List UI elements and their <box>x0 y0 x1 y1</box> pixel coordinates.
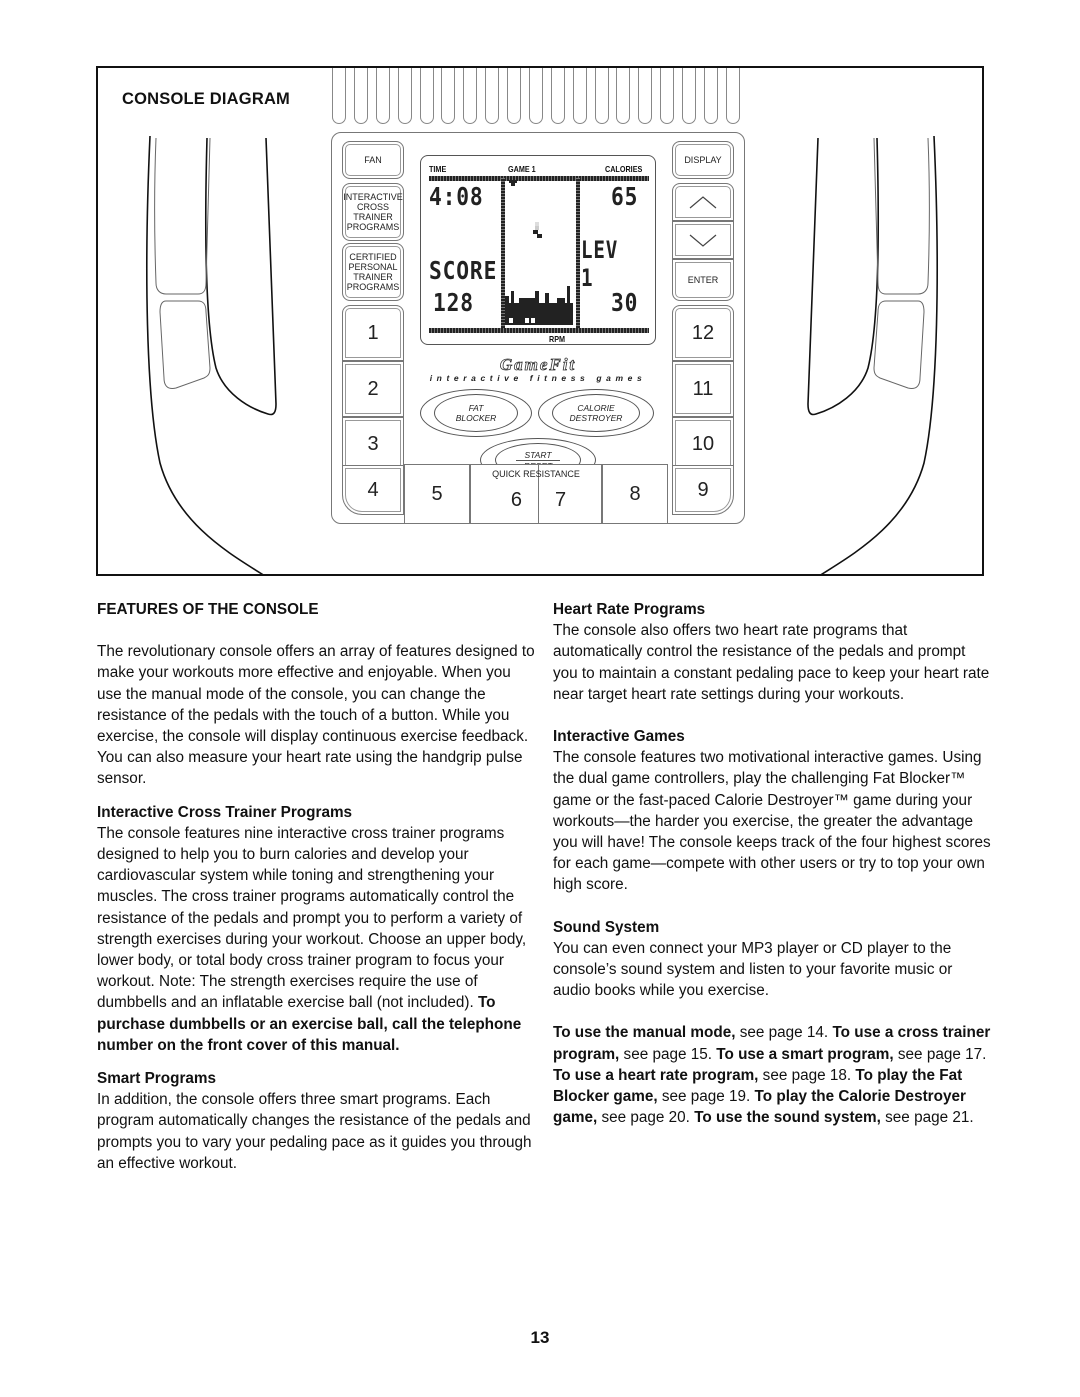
fan-button-label: FAN <box>364 155 382 165</box>
certified-personal-trainer-programs-button[interactable]: CERTIFIED PERSONAL TRAINER PROGRAMS <box>342 243 404 301</box>
button-number: 11 <box>692 378 714 400</box>
button-number: 12 <box>691 322 715 344</box>
fan-button[interactable]: FAN <box>342 141 404 179</box>
button-number: 7 <box>555 488 567 511</box>
reference-page: see page 18. <box>758 1066 856 1084</box>
button-label-line: PERSONAL <box>348 262 398 272</box>
resistance-button-2[interactable]: 2 <box>342 361 404 417</box>
section-title-cross-trainer: Interactive Cross Trainer Programs <box>97 803 353 821</box>
console-diagram: CONSOLE DIAGRAM FAN INTERACTIVE CROSS TR… <box>96 66 984 576</box>
reference-page: see page 19. <box>657 1088 755 1106</box>
score-label: SCORE <box>429 256 498 285</box>
button-number: 1 <box>367 322 379 344</box>
section-body-interactive-games: The console features two motivational in… <box>553 749 991 894</box>
interactive-cross-trainer-programs-button[interactable]: INTERACTIVE CROSS TRAINER PROGRAMS <box>342 183 404 241</box>
resistance-button-3[interactable]: 3 <box>342 417 404 471</box>
console-panel: FAN INTERACTIVE CROSS TRAINER PROGRAMS C… <box>331 132 745 524</box>
section-title-interactive-games: Interactive Games <box>553 728 685 746</box>
features-right-column: Heart Rate Programs The console also off… <box>553 599 993 1128</box>
reference-page: see page 14. <box>735 1024 833 1042</box>
reference-sound-system: To use the sound system, <box>694 1109 881 1127</box>
chevron-down-icon <box>689 234 717 247</box>
resistance-button-11[interactable]: 11 <box>672 361 734 417</box>
score-value: 128 <box>433 288 474 317</box>
button-number: 10 <box>691 433 715 455</box>
page-references: To use the manual mode, see page 14. To … <box>553 1022 993 1128</box>
section-body-sound-system: You can even connect your MP3 player or … <box>553 939 953 1000</box>
lcd-bottom-bar <box>429 328 649 333</box>
reference-manual-mode: To use the manual mode, <box>553 1024 736 1042</box>
button-label-line: PROGRAMS <box>346 222 400 232</box>
resistance-button-1[interactable]: 1 <box>342 305 404 361</box>
calorie-destroyer-button[interactable]: CALORIE DESTROYER <box>538 389 654 437</box>
reference-smart-program: To use a smart program, <box>716 1045 894 1063</box>
button-number: 2 <box>367 378 379 400</box>
reference-heart-rate: To use a heart rate program, <box>553 1066 759 1084</box>
section-body-cross-trainer: The console features nine interactive cr… <box>97 823 537 1056</box>
button-label-line: PROGRAMS <box>346 282 400 292</box>
enter-button[interactable]: ENTER <box>672 259 734 301</box>
display-button[interactable]: DISPLAY <box>672 141 734 179</box>
section-title-smart-programs: Smart Programs <box>97 1070 217 1088</box>
button-number: 6 <box>510 488 522 511</box>
quick-resistance-label: QUICK RESISTANCE <box>492 469 580 479</box>
section-title-sound-system: Sound System <box>553 918 660 936</box>
button-number: 8 <box>629 482 641 505</box>
button-label-line: CERTIFIED <box>349 252 397 262</box>
gamefit-branding: GameFit interactive fitness games <box>420 355 656 383</box>
reference-page: see page 21. <box>880 1109 974 1127</box>
reference-page: see page 15. <box>619 1045 717 1063</box>
features-heading: FEATURES OF THE CONSOLE <box>97 601 319 618</box>
enter-button-label: ENTER <box>687 275 719 285</box>
body-text: The console features nine interactive cr… <box>97 824 527 1012</box>
reference-page: see page 17. <box>893 1045 987 1063</box>
button-label-line: INTERACTIVE <box>343 192 403 202</box>
button-label-line: TRAINER <box>353 212 393 222</box>
section-body-heart-rate: The console also offers two heart rate p… <box>553 622 990 703</box>
game-label: GAME 1 <box>508 164 536 174</box>
button-label-line: FAT <box>468 403 484 413</box>
button-label-line: CROSS <box>356 202 389 212</box>
button-number: 3 <box>367 433 379 455</box>
button-label-line: DESTROYER <box>569 413 623 423</box>
game-blocks <box>505 180 573 325</box>
button-number: 9 <box>697 479 709 501</box>
features-left-column: FEATURES OF THE CONSOLE The revolutionar… <box>97 599 537 1174</box>
button-label-line: CALORIE <box>577 403 615 413</box>
time-label: TIME <box>429 164 447 174</box>
display-button-label: DISPLAY <box>684 155 722 165</box>
resistance-button-8[interactable]: 8 <box>602 464 668 524</box>
brand-tagline: interactive fitness games <box>429 373 647 383</box>
button-label-line: BLOCKER <box>455 413 497 423</box>
reference-page: see page 20. <box>597 1109 695 1127</box>
lcd-display: TIME GAME 1 CALORIES 4:08 65 LEV 1 SCORE… <box>420 155 656 345</box>
resistance-button-5[interactable]: 5 <box>404 464 470 524</box>
time-value: 4:08 <box>429 182 484 211</box>
rpm-value: 30 <box>611 288 639 317</box>
page-number: 13 <box>530 1328 550 1347</box>
section-body-smart-programs: In addition, the console offers three sm… <box>97 1091 532 1172</box>
resistance-button-12[interactable]: 12 <box>672 305 734 361</box>
chevron-up-icon <box>689 196 717 209</box>
section-title-heart-rate: Heart Rate Programs <box>553 601 706 618</box>
resistance-button-10[interactable]: 10 <box>672 417 734 471</box>
calories-value: 65 <box>611 182 639 211</box>
rpm-label: RPM <box>549 334 566 344</box>
resistance-button-9[interactable]: 9 <box>672 465 734 515</box>
up-button[interactable] <box>672 183 734 221</box>
diagram-title: CONSOLE DIAGRAM <box>122 90 290 108</box>
down-button[interactable] <box>672 221 734 259</box>
calories-label: CALORIES <box>605 164 643 174</box>
button-number: 4 <box>367 479 379 501</box>
resistance-button-4[interactable]: 4 <box>342 465 404 515</box>
level-value: LEV 1 <box>581 236 619 292</box>
start-label: START <box>516 450 560 461</box>
button-label-line: TRAINER <box>353 272 393 282</box>
button-number: 5 <box>431 482 443 505</box>
gamefit-logo: GameFit <box>499 355 577 375</box>
vent-slots <box>326 68 746 132</box>
features-intro: The revolutionary console offers an arra… <box>97 643 535 788</box>
fat-blocker-button[interactable]: FAT BLOCKER <box>420 389 532 437</box>
